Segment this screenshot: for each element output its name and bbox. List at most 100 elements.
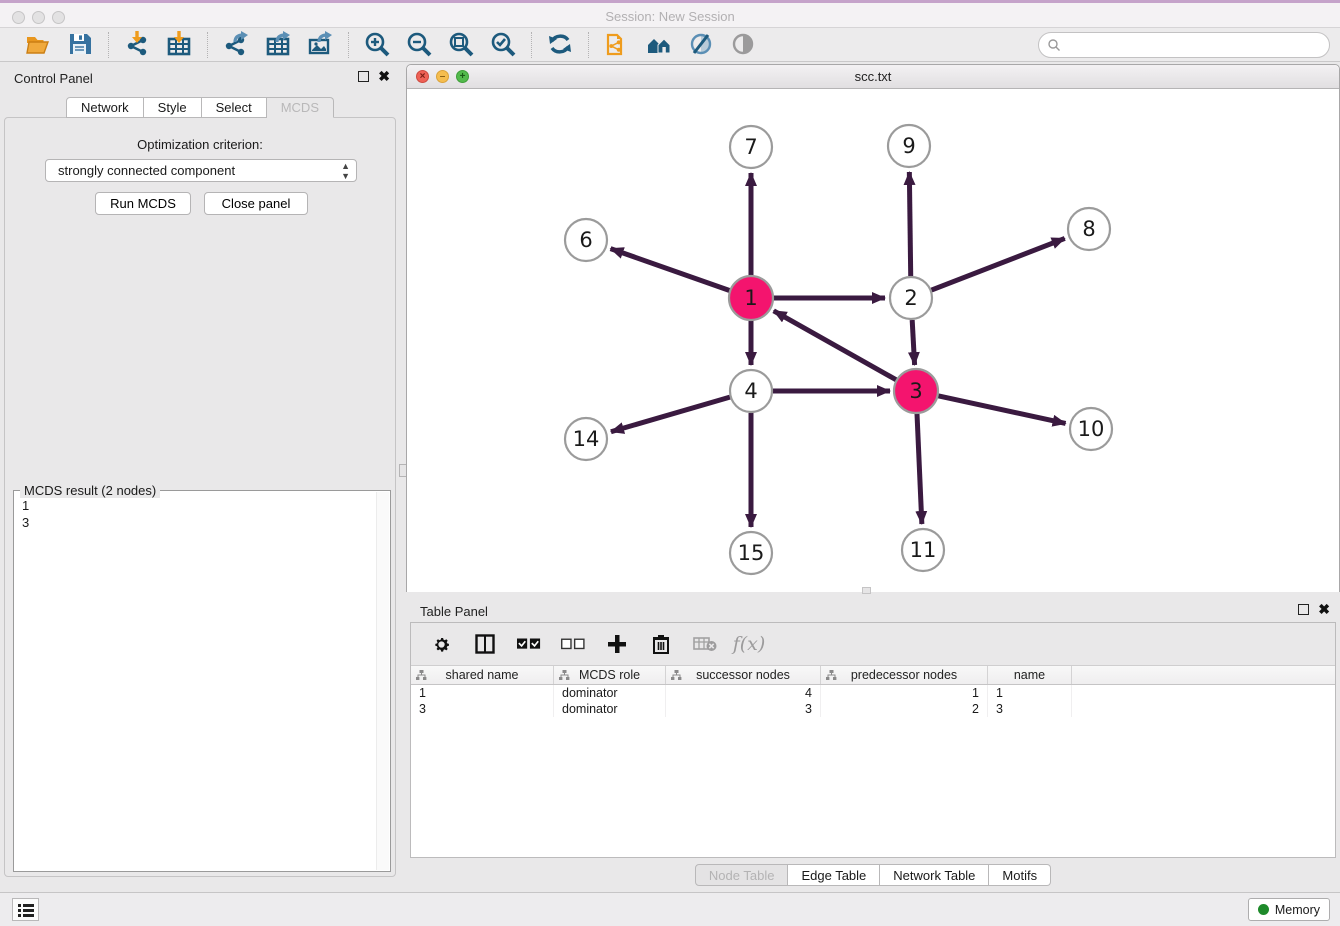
mcds-result-box: MCDS result (2 nodes) 1 3 [13,490,391,872]
edge-3-1[interactable] [774,311,897,380]
cell-name[interactable]: 1 [988,685,1072,701]
graph-node-label-8: 8 [1082,217,1095,241]
toolbar-group [349,31,531,59]
optimization-criterion-label: Optimization criterion: [5,137,395,152]
graph-node-label-9: 9 [902,134,915,158]
tab-motifs[interactable]: Motifs [989,864,1051,886]
memory-button-label: Memory [1275,903,1320,917]
tab-node-table[interactable]: Node Table [695,864,789,886]
cell-name[interactable]: 3 [988,701,1072,717]
edge-2-3[interactable] [912,320,914,365]
show-columns-icon[interactable] [473,632,497,656]
network-window-titlebar[interactable]: × – + scc.txt [407,65,1339,89]
graph-node-label-1: 1 [744,286,757,310]
zoom-fit-icon[interactable] [447,31,475,59]
edge-3-10[interactable] [937,396,1065,424]
chevron-updown-icon: ▲▼ [341,161,350,181]
toolbar-group [208,31,348,59]
tab-select[interactable]: Select [202,97,267,118]
tab-network-table[interactable]: Network Table [880,864,989,886]
zoom-in-icon[interactable] [363,31,391,59]
save-session-icon[interactable] [66,31,94,59]
close-panel-button[interactable]: Close panel [204,192,308,215]
cell-MCDS-role[interactable]: dominator [554,685,666,701]
tab-mcds[interactable]: MCDS [267,97,334,118]
table-panel-float-button[interactable] [1298,604,1309,615]
memory-button[interactable]: Memory [1248,898,1330,921]
cell-predecessor-nodes[interactable]: 2 [821,701,988,717]
column-header-successor-nodes[interactable]: successor nodes [666,666,821,684]
node-table: shared nameMCDS rolesuccessor nodesprede… [411,665,1335,717]
control-panel-close-icon[interactable]: ✖ [378,71,390,82]
mcds-result-title: MCDS result (2 nodes) [20,483,160,498]
network-canvas[interactable]: 7968124314101511 [407,89,1339,592]
search-icon [1047,38,1061,52]
table-panel-tabs: Node TableEdge TableNetwork TableMotifs [406,864,1340,886]
control-panel-float-button[interactable] [358,71,369,82]
export-image-icon[interactable] [306,31,334,59]
table-header-row: shared nameMCDS rolesuccessor nodesprede… [411,665,1335,685]
task-history-button[interactable] [12,898,39,921]
network-graph: 7968124314101511 [407,89,1339,592]
export-network-icon[interactable] [222,31,250,59]
table-row[interactable]: 3dominator323 [411,701,1335,717]
import-network-icon[interactable] [123,31,151,59]
cell-shared-name[interactable]: 1 [411,685,554,701]
function-builder-icon: f(x) [737,632,761,656]
toolbar-group [532,31,588,59]
add-row-icon[interactable] [605,632,629,656]
zoom-selected-icon[interactable] [489,31,517,59]
column-header-MCDS-role[interactable]: MCDS role [554,666,666,684]
home-icon[interactable] [645,31,673,59]
select-all-icon[interactable] [517,632,541,656]
edge-2-8[interactable] [932,238,1065,290]
unselect-all-icon[interactable] [561,632,585,656]
mcds-tab-content: Optimization criterion: strongly connect… [4,117,396,877]
eye-icon[interactable] [729,31,757,59]
table-panel-title: Table Panel [420,604,488,619]
cell-shared-name[interactable]: 3 [411,701,554,717]
app-title-bar: Session: New Session [0,0,1340,28]
export-table-icon[interactable] [264,31,292,59]
run-mcds-button[interactable]: Run MCDS [95,192,191,215]
table-row[interactable]: 1dominator411 [411,685,1335,701]
cell-successor-nodes[interactable]: 4 [666,685,821,701]
edge-4-14[interactable] [611,397,730,432]
edge-1-6[interactable] [611,249,731,291]
graph-node-label-6: 6 [579,228,592,252]
hide-glasses-icon[interactable] [687,31,715,59]
column-header-predecessor-nodes[interactable]: predecessor nodes [821,666,988,684]
criterion-dropdown[interactable]: strongly connected component ▲▼ [45,159,357,182]
memory-status-dot [1258,904,1269,915]
cell-MCDS-role[interactable]: dominator [554,701,666,717]
table-panel-close-icon[interactable]: ✖ [1318,604,1330,615]
result-scrollbar[interactable] [376,492,389,870]
edge-3-11[interactable] [917,413,922,524]
control-panel: Control Panel ✖ NetworkStyleSelectMCDS O… [0,62,400,880]
tab-edge-table[interactable]: Edge Table [788,864,880,886]
list-icon [18,903,34,917]
horizontal-splitter-grip[interactable] [862,587,871,594]
settings-gear-icon[interactable] [429,632,453,656]
cell-predecessor-nodes[interactable]: 1 [821,685,988,701]
table-panel: Table Panel ✖ f(x) shared nameMCDS roles… [406,595,1340,890]
column-header-shared-name[interactable]: shared name [411,666,554,684]
cell-successor-nodes[interactable]: 3 [666,701,821,717]
search-input[interactable] [1038,32,1330,58]
zoom-out-icon[interactable] [405,31,433,59]
tab-style[interactable]: Style [144,97,202,118]
toolbar-group [589,31,771,59]
tab-network[interactable]: Network [66,97,144,118]
graph-node-label-3: 3 [909,379,922,403]
refresh-icon[interactable] [546,31,574,59]
delete-table-icon [693,632,717,656]
network-from-file-icon[interactable] [603,31,631,59]
edge-2-9[interactable] [909,172,910,276]
toolbar-group [10,31,108,59]
import-table-icon[interactable] [165,31,193,59]
column-header-name[interactable]: name [988,666,1072,684]
graph-node-label-2: 2 [904,286,917,310]
open-session-icon[interactable] [24,31,52,59]
graph-node-label-14: 14 [573,427,600,451]
delete-rows-icon[interactable] [649,632,673,656]
